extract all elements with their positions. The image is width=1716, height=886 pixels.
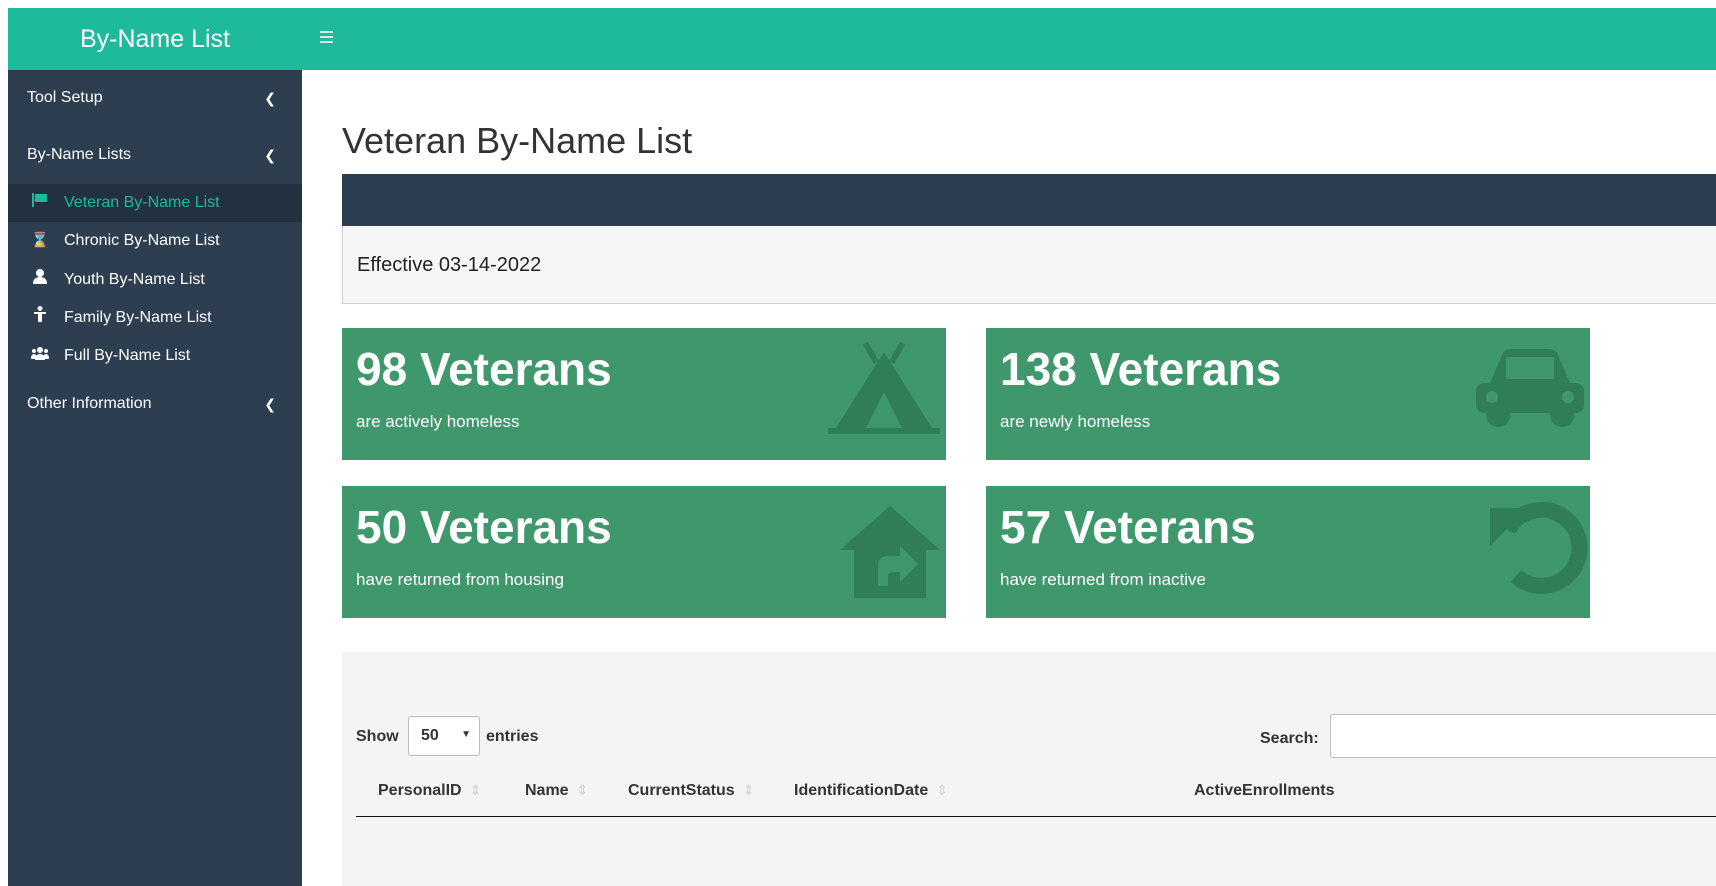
sort-icon: ⇕ [469, 782, 482, 798]
column-header-label: IdentificationDate [794, 782, 929, 799]
sidebar-item-family[interactable]: Family By-Name List [8, 299, 302, 337]
campground-icon [828, 341, 940, 451]
house-return-icon [838, 500, 942, 617]
sidebar-section-label: Tool Setup [27, 89, 103, 106]
chevron-left-icon: ❮ [264, 396, 276, 412]
column-header-label: ActiveEnrollments [1194, 782, 1335, 799]
sidebar-section-label: Other Information [27, 395, 152, 412]
sidebar-item-label: Veteran By-Name List [64, 194, 220, 211]
sidebar-section-by-name-lists[interactable]: By-Name Lists ❮ [8, 133, 302, 177]
users-icon [28, 337, 52, 375]
sidebar-item-full[interactable]: Full By-Name List [8, 337, 302, 375]
sidebar: Tool Setup ❮ By-Name Lists ❮ Veteran By-… [8, 70, 302, 886]
entries-label: entries [486, 728, 539, 745]
sidebar-item-veteran[interactable]: Veteran By-Name List [8, 184, 302, 222]
stat-caption: are actively homeless [356, 412, 520, 431]
stat-caption: are newly homeless [1000, 412, 1151, 431]
chevron-left-icon: ❮ [264, 90, 276, 106]
entries-select[interactable]: 50 ▼ [408, 716, 480, 756]
column-header-identificationdate[interactable]: IdentificationDate ⇕ [794, 782, 948, 800]
main-content: Veteran By-Name List Effective 03-14-202… [302, 70, 1716, 886]
stat-box-returned-inactive: 57 Veterans have returned from inactive [986, 486, 1590, 618]
bars-icon[interactable] [320, 28, 338, 50]
stat-box-active: 98 Veterans are actively homeless [342, 328, 946, 460]
hourglass-icon: ⌛ [30, 232, 50, 249]
show-label: Show [356, 728, 399, 745]
panel-header [342, 174, 1716, 226]
flag-icon [28, 184, 52, 222]
caret-down-icon: ▼ [461, 729, 471, 740]
effective-date-panel: Effective 03-14-2022 [342, 226, 1716, 304]
user-icon [28, 261, 52, 299]
column-header-label: PersonalID [378, 782, 462, 799]
sidebar-section-label: By-Name Lists [27, 146, 132, 163]
top-header: By-Name List [8, 8, 1716, 70]
effective-date: Effective 03-14-2022 [357, 254, 542, 276]
stat-caption: have returned from housing [356, 570, 564, 589]
car-icon [1470, 342, 1590, 450]
child-icon [28, 299, 52, 337]
column-header-currentstatus[interactable]: CurrentStatus ⇕ [628, 782, 754, 800]
brand-logo[interactable]: By-Name List [8, 8, 302, 70]
stat-caption: have returned from inactive [1000, 570, 1206, 589]
sidebar-item-youth[interactable]: Youth By-Name List [8, 261, 302, 299]
table-panel: Show 50 ▼ entries Search: PersonalID ⇕ Na… [342, 652, 1716, 886]
page-title: Veteran By-Name List [342, 120, 693, 161]
sidebar-item-label: Youth By-Name List [64, 271, 205, 288]
sidebar-item-chronic[interactable]: ⌛ Chronic By-Name List [8, 222, 302, 260]
sidebar-section-tool-setup[interactable]: Tool Setup ❮ [8, 76, 302, 120]
entries-select-value: 50 [421, 727, 439, 744]
search-input[interactable] [1330, 714, 1716, 758]
stat-value: 50 Veterans [356, 501, 612, 553]
column-header-activeenrollments[interactable]: ActiveEnrollments [1194, 782, 1334, 800]
column-header-personalid[interactable]: PersonalID ⇕ [378, 782, 481, 800]
stat-value: 138 Veterans [1000, 343, 1282, 395]
sort-icon: ⇕ [936, 782, 948, 798]
chevron-left-icon: ❮ [264, 147, 276, 163]
undo-icon [1488, 500, 1590, 617]
column-header-name[interactable]: Name ⇕ [525, 782, 588, 800]
table-header-divider [356, 816, 1716, 817]
app-window: By-Name List Tool Setup ❮ By-Name Lists … [8, 8, 1716, 886]
column-header-label: CurrentStatus [628, 782, 735, 799]
search-label: Search: [1260, 730, 1319, 747]
sidebar-item-label: Chronic By-Name List [64, 232, 220, 249]
sidebar-section-other-information[interactable]: Other Information ❮ [8, 382, 302, 426]
stat-value: 57 Veterans [1000, 501, 1256, 553]
stat-box-returned-housing: 50 Veterans have returned from housing [342, 486, 946, 618]
sidebar-item-label: Family By-Name List [64, 309, 212, 326]
stat-box-new: 138 Veterans are newly homeless [986, 328, 1590, 460]
sort-icon: ⇕ [742, 782, 755, 798]
sidebar-item-label: Full By-Name List [64, 347, 191, 364]
column-header-label: Name [525, 782, 569, 799]
sort-icon: ⇕ [576, 782, 589, 798]
stat-value: 98 Veterans [356, 343, 612, 395]
